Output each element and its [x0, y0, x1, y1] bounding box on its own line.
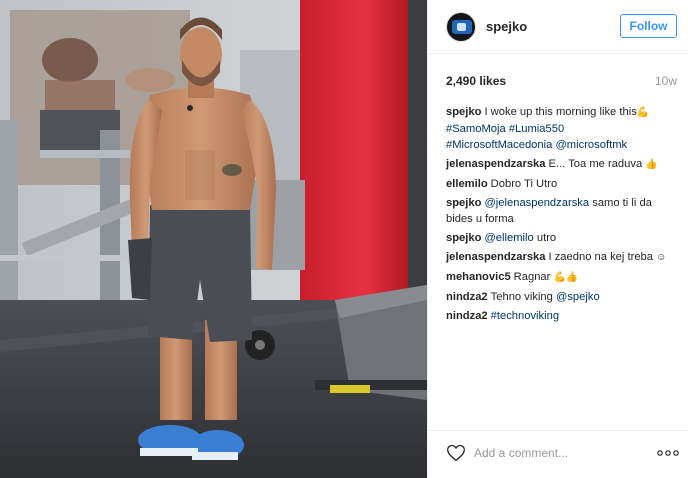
mention-link[interactable]: @jelenaspendzarska [484, 197, 589, 209]
comment-text: I zaedno na kej treba [548, 251, 654, 263]
comment-item: jelenaspendzarska I zaedno na kej treba ☺ [446, 249, 681, 266]
comment-username-link[interactable]: nindza2 [446, 291, 488, 303]
gym-photo-illustration [0, 0, 427, 478]
likes-count[interactable]: 2,490 likes [446, 74, 506, 88]
comment-text: Dobro Ti Utro [490, 178, 558, 190]
comment-item: mehanovic5 Ragnar 💪👍 [446, 269, 681, 286]
comment-item: spejko @ellemilo utro [446, 230, 681, 246]
hashtag-link[interactable]: #MicrosoftMacedonia [446, 139, 552, 151]
post-stats: 2,490 likes 10w [446, 74, 677, 92]
comment-text: utro [536, 232, 557, 244]
comment-username-link[interactable]: ellemilo [446, 178, 488, 190]
comment-text: E... Toa me raduva [548, 158, 643, 170]
comment-username-link[interactable]: jelenaspendzarska [446, 251, 546, 263]
heart-outline-icon[interactable] [446, 443, 466, 463]
comment-text: Tehno viking [490, 291, 553, 303]
comment-username-link[interactable]: spejko [446, 197, 481, 209]
flexed-biceps-emoji-icon: 💪 [636, 107, 650, 118]
hashtag-link[interactable]: #Lumia550 [509, 123, 564, 135]
mention-link[interactable]: @microsoftmk [555, 139, 627, 151]
comment-item: nindza2 Tehno viking @spejko [446, 289, 681, 305]
comment-username-link[interactable]: nindza2 [446, 310, 488, 322]
thumbs-up-emoji-icon: 👍 [645, 159, 658, 170]
comment-username-link[interactable]: spejko [446, 232, 481, 244]
mention-link[interactable]: @spejko [556, 291, 600, 303]
comments-list: spejko I woke up this morning like this💪 … [446, 104, 681, 327]
follow-button[interactable]: Follow [620, 14, 677, 38]
add-comment-input[interactable] [474, 443, 644, 463]
caption: spejko I woke up this morning like this💪 … [446, 104, 681, 153]
caption-username-link[interactable]: spejko [446, 106, 481, 118]
post-photo[interactable] [0, 0, 427, 478]
comment-item: spejko @jelenaspendzarska samo ti li da b… [446, 195, 681, 227]
profile-avatar[interactable] [446, 12, 476, 42]
comment-username-link[interactable]: jelenaspendzarska [446, 158, 546, 170]
post-header: spejko Follow [428, 0, 688, 54]
post-details-panel: spejko Follow 2,490 likes 10w spejko I wo… [427, 0, 688, 478]
comment-username-link[interactable]: mehanovic5 [446, 271, 511, 283]
author-username-link[interactable]: spejko [486, 19, 527, 34]
biceps-thumbs-up-emoji-icon: 💪👍 [553, 272, 579, 283]
caption-text: I woke up this morning like this [484, 106, 637, 118]
post-timestamp[interactable]: 10w [655, 74, 677, 88]
comment-item: jelenaspendzarska E... Toa me raduva 👍 [446, 156, 681, 173]
more-options-icon[interactable] [657, 449, 679, 457]
comment-item: nindza2 #technoviking [446, 308, 681, 324]
comment-item: ellemilo Dobro Ti Utro [446, 176, 681, 192]
mention-link[interactable]: @ellemilo [484, 232, 533, 244]
comment-text: Ragnar [513, 271, 551, 283]
hashtag-link[interactable]: #SamoMoja [446, 123, 506, 135]
hashtag-link[interactable]: #technoviking [491, 310, 559, 322]
post-footer [428, 430, 688, 478]
smiling-face-emoji-icon: ☺ [656, 252, 667, 263]
avatar-highlight [457, 23, 466, 31]
